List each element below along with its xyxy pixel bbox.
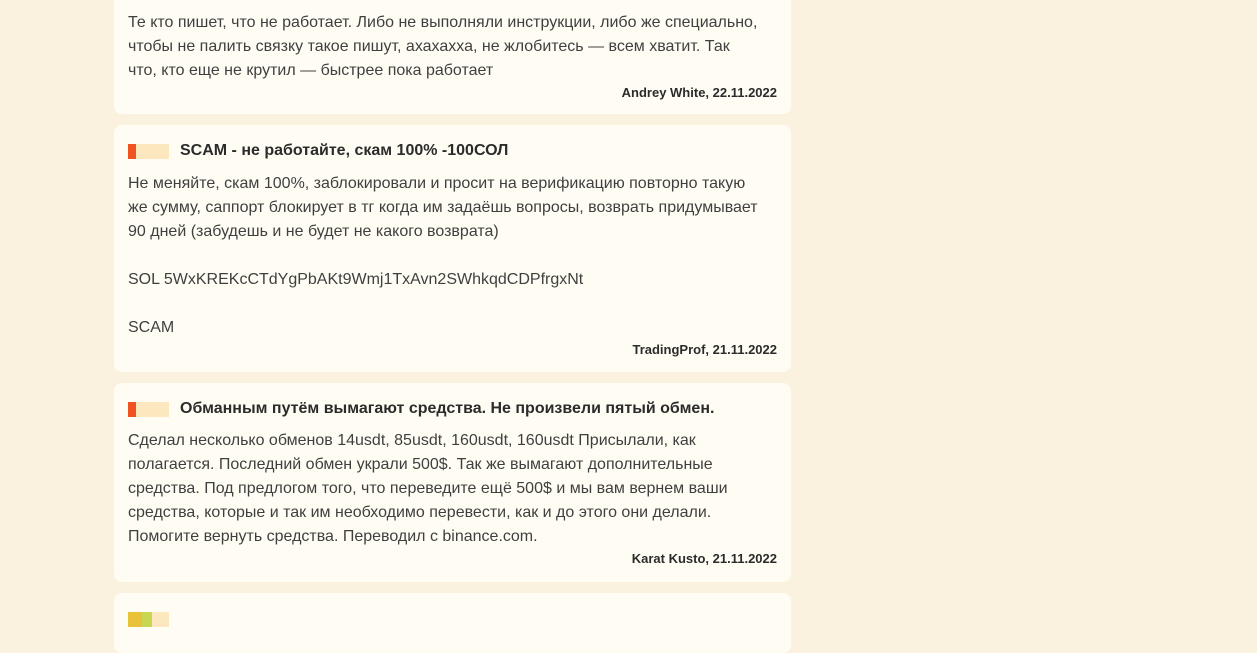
rating-bar-empty bbox=[136, 143, 169, 159]
review-title-row: SCAM - не работайте, скам 100% -100СОЛ bbox=[128, 140, 777, 162]
review-title: SCAM - не работайте, скам 100% -100СОЛ bbox=[180, 142, 509, 159]
review-author-date: TradingProf, 21.11.2022 bbox=[632, 342, 777, 357]
review-card: Те кто пишет, что не работает. Либо не в… bbox=[114, 0, 791, 114]
rating-bar-empty bbox=[136, 401, 169, 417]
review-title-row: Обманным путём вымагают средства. Не про… bbox=[128, 398, 777, 420]
review-body: Те кто пишет, что не работает. Либо не в… bbox=[128, 14, 758, 79]
rating-bar-fill bbox=[128, 143, 136, 159]
review-body: Не меняйте, скам 100%, заблокировали и п… bbox=[128, 175, 758, 336]
review-card bbox=[114, 593, 791, 653]
review-card: SCAM - не работайте, скам 100% -100СОЛ Н… bbox=[114, 125, 791, 372]
review-card: Обманным путём вымагают средства. Не про… bbox=[114, 383, 791, 582]
review-title: Обманным путём вымагают средства. Не про… bbox=[180, 400, 715, 417]
review-body: Сделал несколько обменов 14usdt, 85usdt,… bbox=[128, 432, 728, 545]
rating-bar-fill bbox=[128, 401, 136, 417]
rating-bar bbox=[128, 401, 169, 417]
rating-bar bbox=[128, 143, 169, 159]
review-title-row bbox=[128, 608, 777, 630]
review-author-date: Andrey White, 22.11.2022 bbox=[621, 85, 777, 100]
review-author-date: Karat Kusto, 21.11.2022 bbox=[631, 551, 777, 566]
